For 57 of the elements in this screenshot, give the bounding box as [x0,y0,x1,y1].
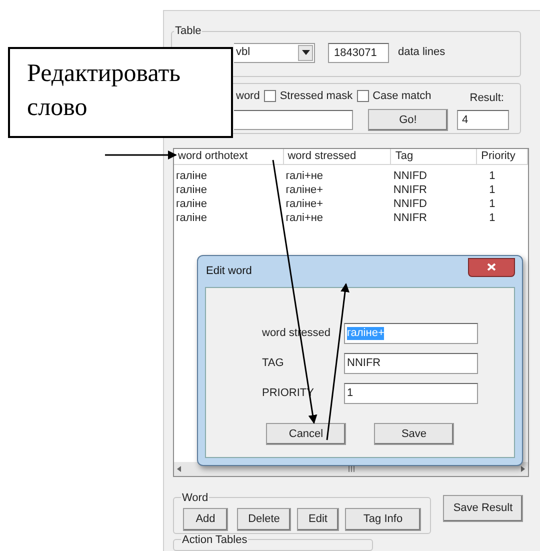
line-count-label: data lines [398,45,446,60]
checkbox[interactable] [356,90,369,102]
scroll-right-icon[interactable] [521,466,525,472]
scroll-left-icon[interactable] [177,466,181,472]
arrow [105,150,177,160]
input-field[interactable]: 1 [344,383,478,404]
group-title: Action Tables [181,532,248,548]
word-action-button[interactable]: Delete [237,508,291,532]
field-label: TAG [262,356,285,372]
input-field[interactable]: NNIFR [344,353,478,374]
table-cell-text: галіне [175,168,208,183]
close-button[interactable] [468,258,515,276]
dialog-button[interactable]: Save [374,423,454,445]
table-cell-text: NNIFR [392,210,428,225]
table-cell-text: NNIFR [392,182,428,197]
save-result-button[interactable]: Save Result [443,494,523,522]
table-cell-text: галіне [175,196,208,211]
close-icon[interactable] [487,263,496,271]
table-cell-text: галіне [175,182,208,197]
dialog-button[interactable]: Cancel [266,423,346,445]
callout-text: Редактировать слово [27,60,181,121]
field-value: 1 [347,387,354,400]
column-header[interactable]: word stressed [284,148,392,164]
group-title: Table [174,24,202,39]
table-cell-text: 1 [488,210,496,225]
table-cell-text: галі+не [284,168,324,183]
group-title: Word [181,490,210,506]
result-field: 4 [457,110,509,130]
field-value: NNIFR [347,357,381,370]
column-header[interactable]: Tag [391,148,478,164]
table-cell-text: 1 [488,182,496,197]
field-value: галіне+ [347,327,384,340]
table-cell-text: NNIFD [392,168,428,183]
result-label: Result: [470,91,504,106]
column-header[interactable]: Priority [477,148,528,164]
table-dropdown[interactable]: vbl [234,42,315,62]
line-count-field[interactable]: 1843071 [328,42,389,62]
table-cell-text: 1 [488,196,496,211]
word-action-button[interactable]: Tag Info [345,508,421,532]
table-cell-text: NNIFD [392,196,428,211]
word-action-button[interactable]: Add [183,508,228,532]
table-cell-text: галіне+ [284,182,324,197]
checkbox-label: Stressed mask [280,89,353,104]
table-cell-text: галіне [175,210,208,225]
checkbox-label: word [236,89,260,104]
table-cell-text: 1 [488,168,496,183]
word-action-button[interactable]: Edit [297,508,339,532]
table-cell-text: галіне+ [284,196,324,211]
go-button[interactable]: Go! [368,109,448,132]
dropdown-caret-icon[interactable] [298,44,313,60]
dialog-title: Edit word [206,264,252,280]
column-header[interactable]: word orthotext [174,148,284,164]
table-cell-text: галі+не [284,210,324,225]
search-field[interactable] [234,110,353,130]
scroll-grip-icon [348,466,354,472]
checkbox-label: Case match [372,89,432,104]
checkbox[interactable] [264,90,276,102]
